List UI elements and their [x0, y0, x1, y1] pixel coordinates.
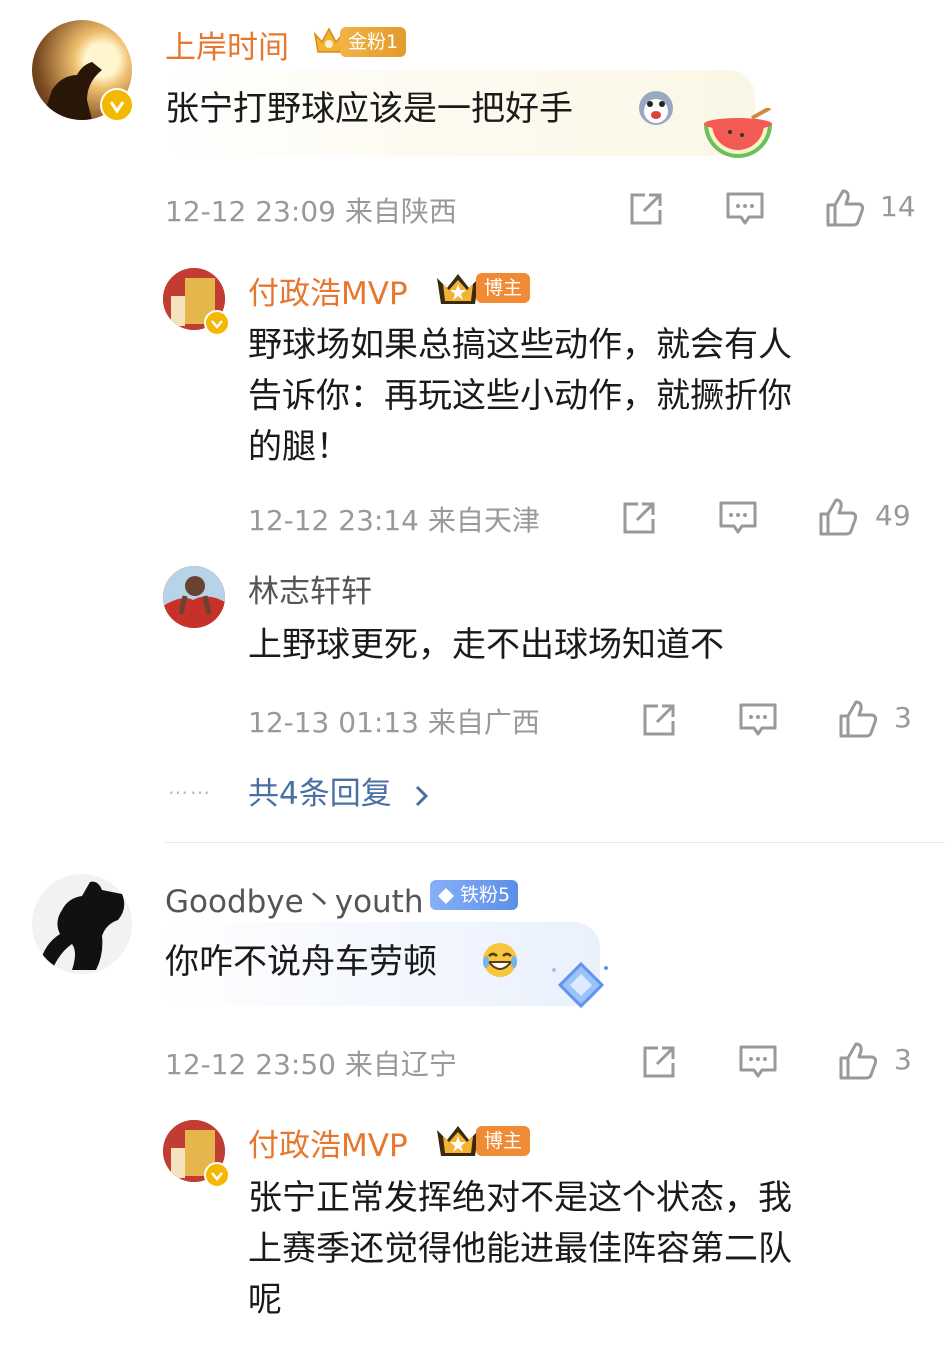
verified-icon: [204, 1162, 230, 1188]
reply-time: 12-13 01:13 来自广西: [248, 701, 540, 741]
reply-time: 12-12 23:14 来自天津: [248, 499, 540, 539]
comment-text: 你咋不说舟车劳顿: [165, 942, 437, 982]
comment-icon[interactable]: [718, 499, 758, 537]
divider: [165, 842, 945, 843]
reply-text-line: 告诉你：再玩这些小动作，就撅折你: [248, 376, 792, 416]
reply-text-line: 的腿！: [248, 427, 350, 467]
like-count: 3: [894, 701, 912, 734]
like-count: 3: [894, 1043, 912, 1076]
location: 来自辽宁: [344, 1048, 457, 1081]
diamond-icon: [438, 887, 454, 904]
timestamp: 12-12 23:09: [165, 195, 336, 228]
reply-text-line: 呢: [248, 1280, 282, 1320]
reply-text-line: 张宁正常发挥绝对不是这个状态，我: [248, 1178, 792, 1218]
share-icon[interactable]: [640, 701, 678, 739]
like-count: 14: [880, 190, 916, 223]
username[interactable]: 付政浩MVP: [248, 268, 408, 313]
username[interactable]: Goodbye丶youth: [165, 876, 424, 921]
comment-time: 12-12 23:09 来自陕西: [165, 190, 457, 230]
reply-text: 张宁正常发挥绝对不是这个状态，我 上赛季还觉得他能进最佳阵容第二队 呢: [248, 1173, 792, 1326]
location: 来自广西: [427, 706, 540, 739]
share-icon[interactable]: [620, 499, 658, 537]
fan-badge: 金粉1: [340, 27, 407, 57]
reply-text: 上野球更死，走不出球场知道不: [248, 625, 724, 665]
verified-icon: [100, 88, 134, 122]
location: 来自天津: [427, 504, 540, 537]
username[interactable]: 林志轩轩: [248, 566, 372, 611]
timestamp: 12-12 23:14: [248, 504, 419, 537]
avatar[interactable]: [32, 874, 132, 974]
reply-text-line: 上赛季还觉得他能进最佳阵容第二队: [248, 1229, 792, 1269]
more-replies-label: 共4条回复: [248, 776, 392, 812]
share-icon[interactable]: [627, 190, 665, 228]
timestamp: 12-12 23:50: [165, 1048, 336, 1081]
chevron-right-icon: [415, 785, 428, 806]
location: 来自陕西: [344, 195, 457, 228]
blogger-badge: 博主: [476, 1126, 531, 1156]
like-icon[interactable]: [837, 1040, 879, 1082]
comment-icon[interactable]: [738, 701, 778, 739]
comment-text: 张宁打野球应该是一把好手: [165, 89, 573, 129]
username[interactable]: 付政浩MVP: [248, 1120, 408, 1165]
more-replies-dots: ……: [168, 775, 212, 799]
reply-text: 野球场如果总搞这些动作，就会有人 告诉你：再玩这些小动作，就撅折你 的腿！: [248, 320, 792, 473]
avatar[interactable]: [163, 566, 225, 628]
watermelon-icon: [702, 108, 774, 164]
laughing-emoji-icon: [480, 940, 520, 980]
verified-icon: [204, 310, 230, 336]
username[interactable]: 上岸时间: [165, 22, 289, 67]
fan-badge: 铁粉5: [430, 880, 519, 910]
reply-text-line: 野球场如果总搞这些动作，就会有人: [248, 325, 792, 365]
dog-emoji-icon: [636, 88, 676, 128]
diamond-icon: [550, 960, 612, 1010]
comment-icon[interactable]: [725, 190, 765, 228]
like-icon[interactable]: [824, 187, 866, 229]
like-count: 49: [875, 499, 911, 532]
silhouette-icon: [40, 881, 125, 970]
like-icon[interactable]: [817, 496, 859, 538]
more-replies-link[interactable]: 共4条回复: [248, 768, 432, 813]
blogger-crown-icon: [435, 270, 481, 306]
share-icon[interactable]: [640, 1043, 678, 1081]
like-icon[interactable]: [837, 698, 879, 740]
comment-icon[interactable]: [738, 1043, 778, 1081]
fan-badge-label: 铁粉5: [460, 884, 511, 906]
player-avatar-icon: [163, 566, 225, 628]
blogger-badge: 博主: [476, 273, 531, 303]
blogger-crown-icon: [435, 1122, 481, 1158]
comment-time: 12-12 23:50 来自辽宁: [165, 1043, 457, 1083]
timestamp: 12-13 01:13: [248, 706, 419, 739]
